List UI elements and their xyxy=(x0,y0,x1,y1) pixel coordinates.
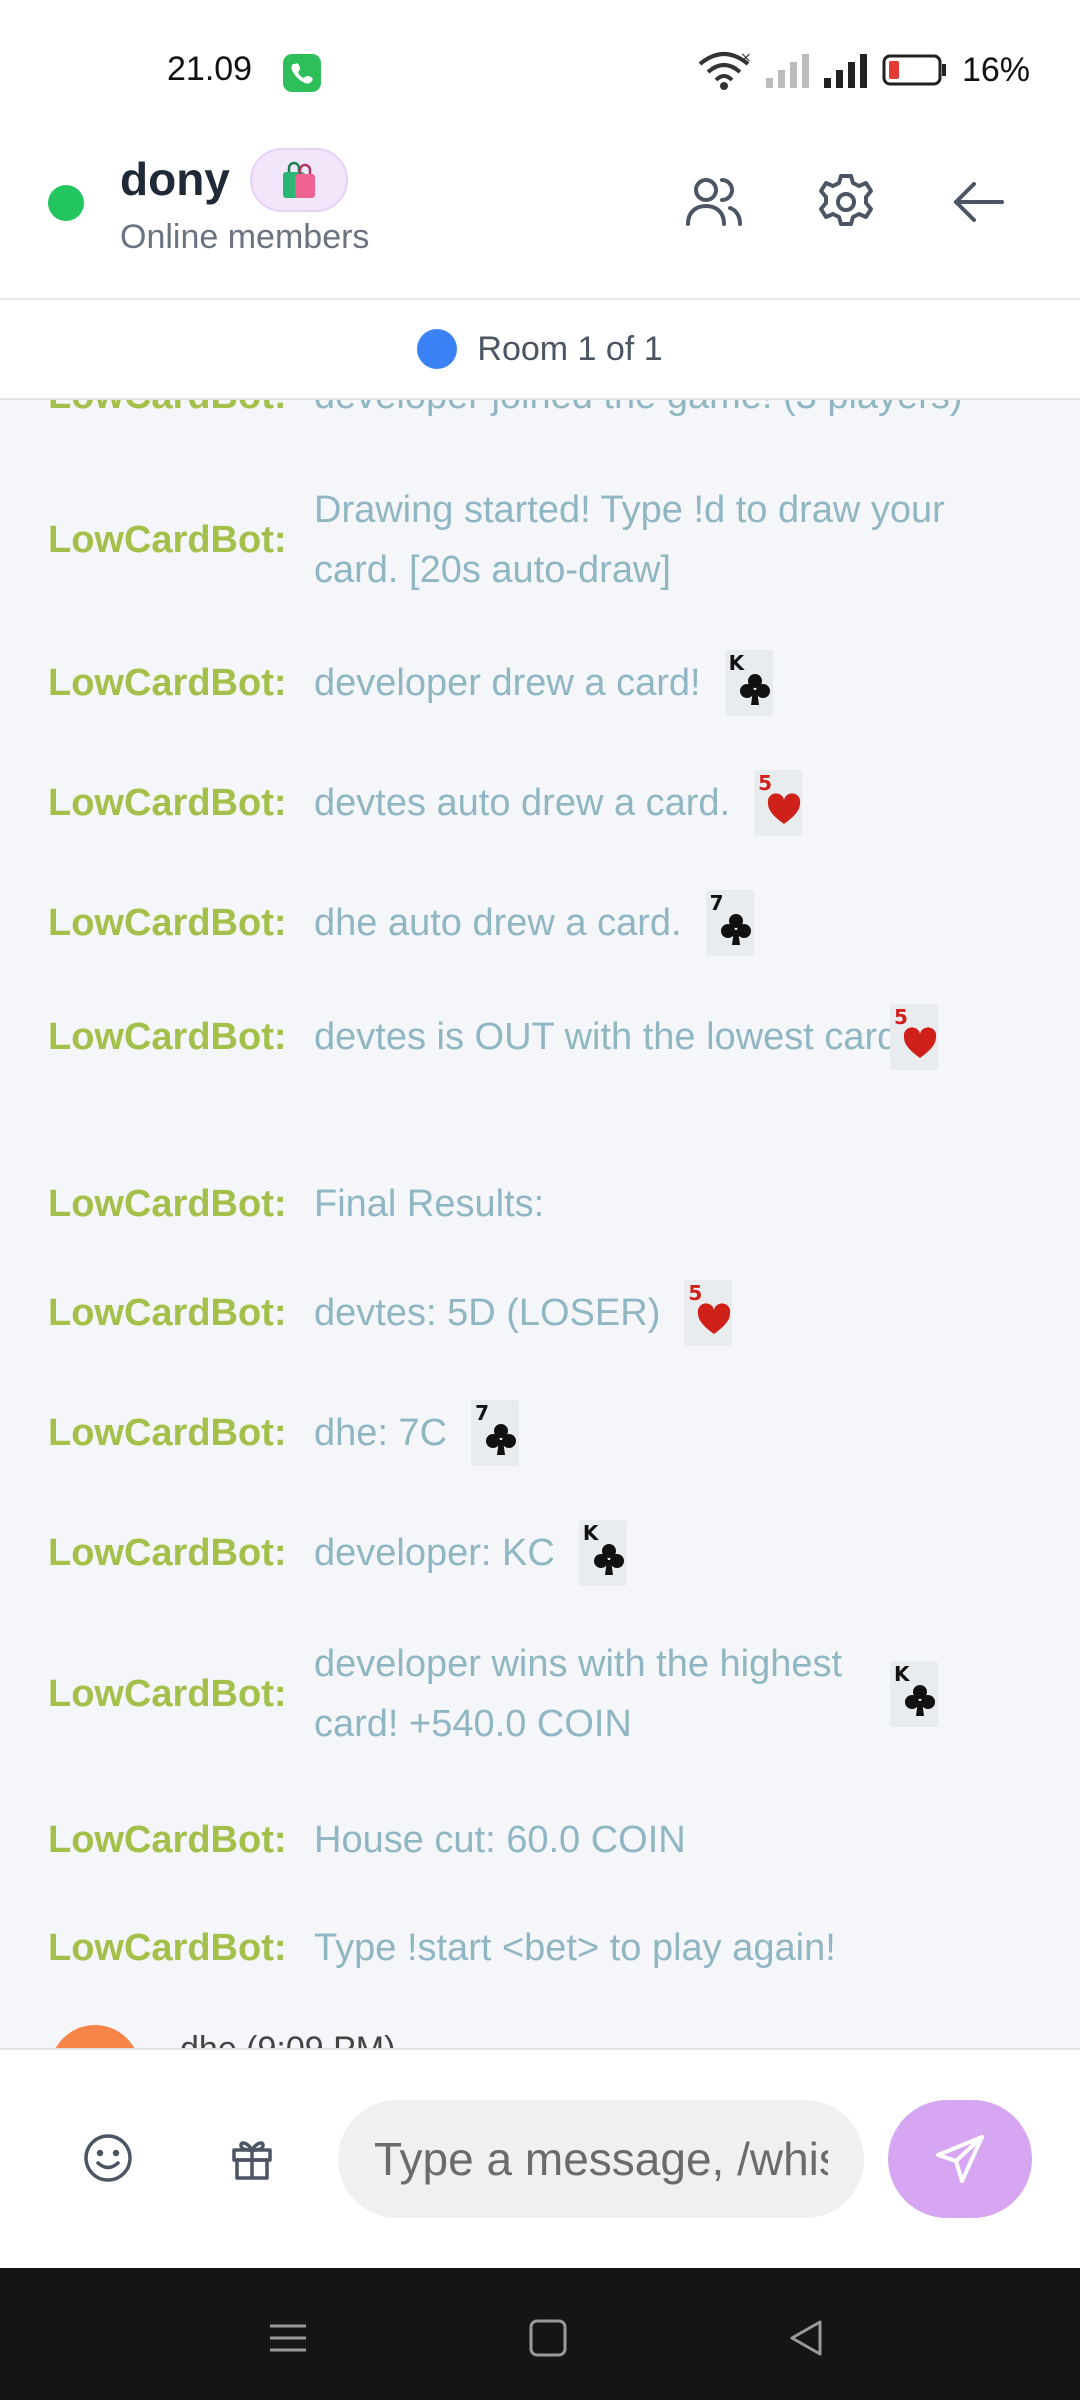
signal-weak-icon xyxy=(765,54,809,88)
message-text: Final Results: xyxy=(314,1183,545,1225)
status-time: 21.09 xyxy=(167,50,253,88)
settings-button[interactable] xyxy=(814,170,878,234)
room-indicator-label: Room 1 of 1 xyxy=(477,329,663,368)
shopping-bag-icon xyxy=(283,161,315,198)
online-members-link[interactable]: Online members xyxy=(120,218,369,257)
chat-screen: 21.09 × 16% dony Online members Room 1 o… xyxy=(0,0,1080,2400)
chat-message: LowCardBot: House cut: 60.0 COIN xyxy=(48,1810,1048,1870)
playing-card: K xyxy=(578,1520,627,1586)
club-suit-icon xyxy=(593,1544,624,1575)
chat-message: LowCardBot: Final Results: xyxy=(48,1174,1048,1234)
message-sender[interactable]: LowCardBot: xyxy=(48,1532,314,1575)
playing-card: K xyxy=(890,1661,938,1727)
chat-message: LowCardBot: Type !start <bet> to play ag… xyxy=(48,1918,1048,1978)
club-suit-icon xyxy=(905,1685,935,1716)
message-text: developer drew a card! xyxy=(314,662,701,704)
heart-suit-icon xyxy=(768,793,801,824)
emoji-button[interactable] xyxy=(78,2128,138,2188)
message-sender[interactable]: LowCardBot: xyxy=(48,782,314,825)
chat-message: LowCardBot: devtes is OUT with the lowes… xyxy=(48,1004,1048,1070)
menu-icon xyxy=(270,2324,306,2352)
chat-message: LowCardBot: developer wins with the high… xyxy=(48,1634,1048,1754)
message-input[interactable] xyxy=(338,2100,864,2218)
message-sender[interactable]: LowCardBot: xyxy=(48,1412,314,1455)
message-text: Type !start <bet> to play again! xyxy=(314,1927,836,1969)
chat-message: LowCardBot: developer drew a card! K xyxy=(48,650,1048,716)
club-suit-icon xyxy=(720,914,751,945)
message-text: Drawing started! Type !d to draw your ca… xyxy=(314,489,945,591)
club-suit-icon xyxy=(486,1424,517,1455)
svg-text:×: × xyxy=(740,50,752,66)
message-text: devtes is OUT with the lowest card! xyxy=(314,1016,909,1058)
message-sender[interactable]: LowCardBot: xyxy=(48,1819,314,1862)
send-button[interactable] xyxy=(888,2100,1032,2218)
triangle-back-icon xyxy=(790,2320,822,2356)
playing-card: 5 xyxy=(754,770,803,836)
room-badge[interactable] xyxy=(250,148,348,212)
call-indicator-icon xyxy=(283,54,321,92)
playing-card: 7 xyxy=(705,890,754,956)
battery-percent: 16% xyxy=(961,50,1030,89)
wifi-icon: × xyxy=(698,50,752,90)
message-text: developer wins with the highest card! +5… xyxy=(314,1643,843,1745)
message-text: dhe auto drew a card. xyxy=(314,902,682,944)
message-text: devtes auto drew a card. xyxy=(314,782,731,824)
message-text: devtes: 5D (LOSER) xyxy=(314,1292,661,1334)
message-sender[interactable]: LowCardBot: xyxy=(48,902,314,945)
gift-icon xyxy=(232,2141,272,2180)
online-status-dot xyxy=(48,185,84,221)
heart-suit-icon xyxy=(903,1027,937,1058)
message-sender[interactable]: LowCardBot: xyxy=(48,1673,314,1716)
smile-icon xyxy=(84,2134,132,2182)
arrow-left-icon xyxy=(954,182,1004,222)
gear-icon xyxy=(819,174,873,226)
status-bar: 21.09 × 16% xyxy=(0,0,1080,140)
chat-message: LowCardBot: dhe auto drew a card. 7 xyxy=(48,890,1048,956)
heart-suit-icon xyxy=(698,1303,731,1334)
signal-icon xyxy=(823,54,867,88)
chat-message: LowCardBot: devtes: 5D (LOSER) 5 xyxy=(48,1280,1048,1346)
message-text: developer: KC xyxy=(314,1532,555,1574)
gift-button[interactable] xyxy=(222,2128,282,2188)
chat-message: LowCardBot: developer: KC K xyxy=(48,1520,1048,1586)
message-sender[interactable]: LowCardBot: xyxy=(48,1927,314,1970)
message-text: House cut: 60.0 COIN xyxy=(314,1819,686,1861)
chat-message: LowCardBot: Drawing started! Type !d to … xyxy=(48,480,1048,600)
users-icon xyxy=(686,178,742,226)
chat-message: LowCardBot: developer joined the game! (… xyxy=(48,400,1048,426)
home-square-icon xyxy=(529,2319,567,2357)
chat-message: LowCardBot: dhe: 7C 7 xyxy=(48,1400,1048,1466)
playing-card: 5 xyxy=(890,1004,938,1070)
club-suit-icon xyxy=(739,674,770,705)
home-button[interactable] xyxy=(526,2316,570,2360)
room-title: dony xyxy=(120,153,230,205)
message-sender[interactable]: LowCardBot: xyxy=(48,1016,314,1059)
message-sender[interactable]: LowCardBot: xyxy=(48,519,314,562)
battery-icon xyxy=(882,54,946,86)
recent-apps-button[interactable] xyxy=(266,2316,310,2360)
room-indicator[interactable]: Room 1 of 1 xyxy=(0,300,1080,400)
message-text: developer joined the game! (3 players) xyxy=(314,400,963,426)
message-text: dhe: 7C xyxy=(314,1412,448,1454)
message-sender[interactable]: LowCardBot: xyxy=(48,1183,314,1226)
message-sender[interactable]: LowCardBot: xyxy=(48,400,314,418)
back-button[interactable] xyxy=(946,170,1010,234)
room-indicator-dot xyxy=(417,329,458,369)
playing-card: 7 xyxy=(471,1400,520,1466)
message-sender[interactable]: LowCardBot: xyxy=(48,662,314,705)
members-button[interactable] xyxy=(682,170,746,234)
chat-message: LowCardBot: devtes auto drew a card. 5 xyxy=(48,770,1048,836)
playing-card: K xyxy=(724,650,773,716)
message-sender[interactable]: LowCardBot: xyxy=(48,1292,314,1335)
system-back-button[interactable] xyxy=(784,2316,828,2360)
playing-card: 5 xyxy=(684,1280,733,1346)
message-list[interactable]: LowCardBot: developer joined the game! (… xyxy=(0,400,1080,2048)
status-icons: × 16% xyxy=(696,50,1030,90)
send-icon xyxy=(936,2135,984,2183)
